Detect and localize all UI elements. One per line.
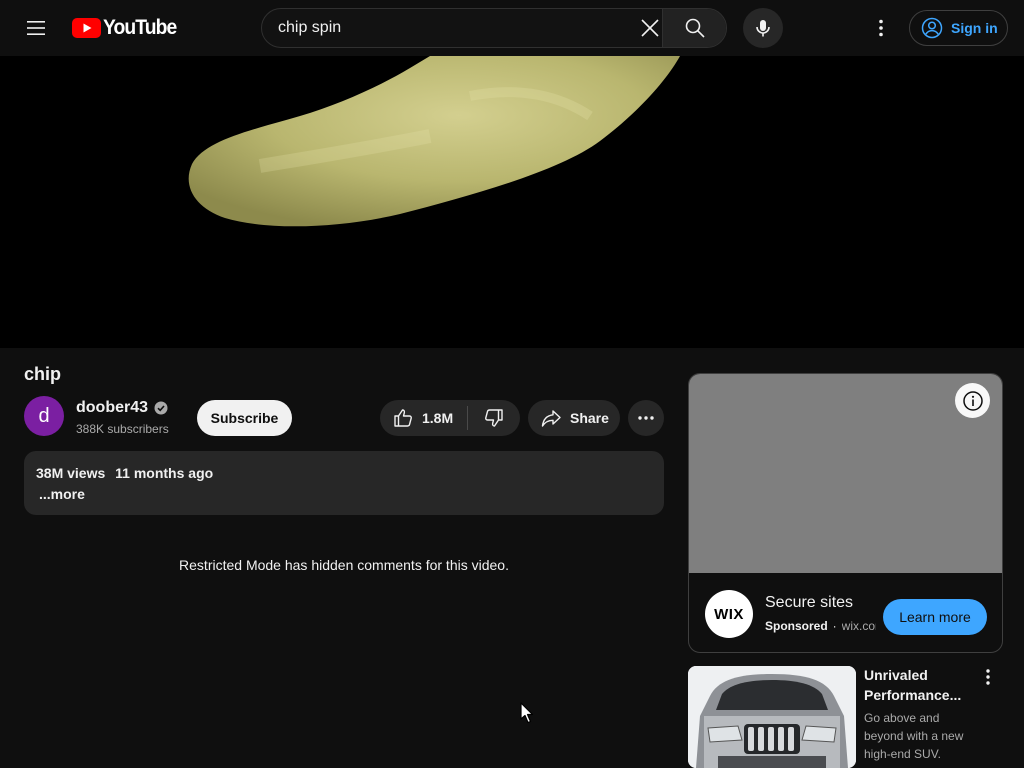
share-label: Share (570, 410, 609, 426)
ad-title[interactable]: Secure sites (765, 594, 853, 612)
more-actions-button[interactable] (628, 400, 664, 436)
sign-in-button[interactable]: Sign in (909, 10, 1008, 46)
video-player[interactable] (0, 56, 1024, 348)
masthead: YouTube chip spin Sign in (0, 0, 1024, 56)
description-more-link[interactable]: ...more (39, 486, 85, 502)
search-box (261, 8, 727, 48)
subscriber-count: 388K subscribers (76, 422, 169, 436)
upload-age: 11 months ago (115, 465, 214, 481)
ad-advertiser-logo[interactable]: WIX (705, 590, 753, 638)
suv-image (688, 666, 856, 768)
youtube-logo[interactable]: YouTube (72, 16, 183, 40)
thumb-up-icon (394, 409, 412, 427)
ad-domain: wix.com (841, 619, 876, 633)
ad2-title[interactable]: Unrivaled Performance... (864, 665, 976, 705)
mic-icon (756, 20, 770, 37)
settings-menu-button[interactable] (861, 8, 901, 48)
ad-learn-more-button[interactable]: Learn more (883, 599, 987, 635)
like-count: 1.8M (422, 410, 454, 426)
view-count: 38M views (36, 465, 106, 481)
search-input[interactable] (262, 9, 628, 47)
ad2-description: Go above and beyond with a new high-end … (864, 711, 964, 761)
sign-in-label: Sign in (951, 20, 998, 36)
guide-menu-button[interactable] (16, 8, 56, 48)
like-button[interactable]: 1.8M (380, 400, 467, 436)
share-button[interactable]: Share (528, 400, 620, 436)
channel-avatar[interactable]: d (24, 396, 64, 436)
voice-search-button[interactable] (743, 8, 783, 48)
info-icon (962, 390, 983, 411)
ad-meta: Sponsored · wix.com (765, 619, 876, 633)
ad2-title-line2: Performance... (864, 687, 962, 703)
verified-icon (154, 401, 168, 415)
mouse-cursor-icon (520, 702, 534, 724)
share-icon (541, 410, 561, 427)
dislike-button[interactable] (468, 400, 520, 436)
channel-name-text[interactable]: doober43 (76, 399, 148, 417)
like-dislike-group: 1.8M (380, 400, 520, 436)
ad-info-button[interactable] (955, 383, 990, 418)
search-icon (685, 18, 705, 38)
search-button[interactable] (662, 9, 726, 47)
ad-sponsored-label: Sponsored (765, 619, 828, 633)
channel-name[interactable]: doober43 (76, 399, 168, 417)
ad2-menu-button[interactable] (976, 665, 1000, 689)
description-meta: 38M views 11 months ago (36, 465, 213, 481)
more-vert-icon (879, 19, 883, 37)
video-frame (188, 56, 680, 227)
description-box[interactable]: 38M views 11 months ago ...more (24, 451, 664, 515)
youtube-logo-icon (72, 18, 101, 38)
restricted-mode-notice: Restricted Mode has hidden comments for … (179, 557, 509, 573)
ad2-title-line1: Unrivaled (864, 667, 928, 683)
more-vert-icon (986, 669, 990, 685)
subscribe-button[interactable]: Subscribe (197, 400, 292, 436)
logo-text: YouTube (103, 16, 177, 39)
thumb-down-icon (485, 409, 503, 427)
ad2-thumbnail[interactable] (688, 666, 856, 768)
ad-separator: · (832, 619, 837, 633)
more-horiz-icon (638, 416, 654, 420)
video-title: chip (24, 364, 62, 384)
account-icon (921, 17, 943, 39)
menu-icon (27, 21, 45, 35)
ad-card[interactable]: WIX Secure sites Sponsored · wix.com Lea… (688, 373, 1003, 653)
clear-icon (641, 19, 659, 37)
